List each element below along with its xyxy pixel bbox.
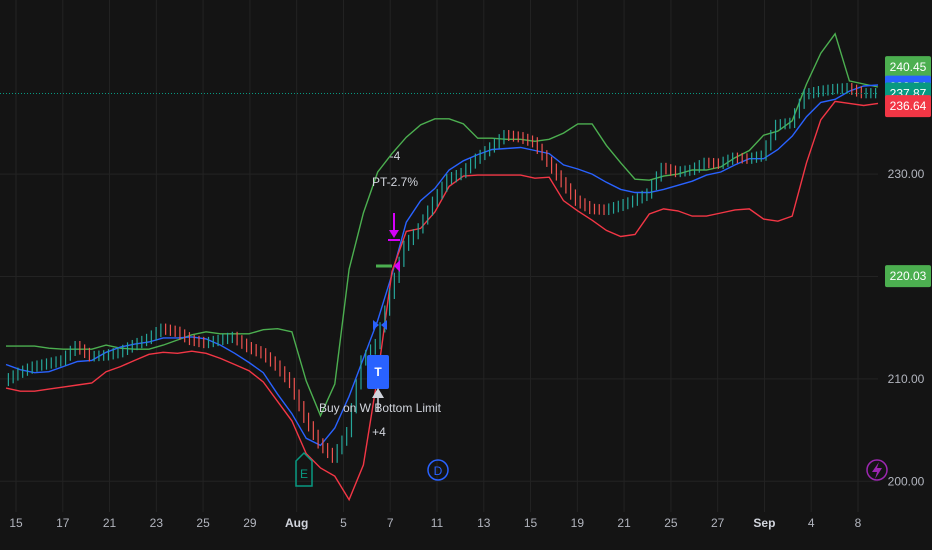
price-chart[interactable]: -4 PT-2.7% T Buy on W Bottom Limit +4 E …: [0, 0, 932, 550]
chart-background: [0, 0, 932, 550]
x-tick-label: 4: [808, 516, 815, 530]
svg-text:E: E: [300, 467, 308, 481]
buy-signal-label: Buy on W Bottom Limit: [319, 401, 442, 415]
price-label: 220.03: [885, 265, 931, 288]
x-tick-label: 8: [855, 516, 862, 530]
x-tick-label: 25: [196, 516, 210, 530]
x-tick-label: 27: [711, 516, 725, 530]
price-label-text: 240.45: [890, 60, 927, 74]
x-tick-label: 15: [524, 516, 538, 530]
profit-target-label: PT-2.7%: [372, 175, 418, 189]
y-tick-label: 230.00: [888, 167, 925, 181]
svg-text:T: T: [374, 365, 382, 379]
x-tick-label: 21: [103, 516, 117, 530]
price-label-text: 236.64: [890, 99, 927, 113]
x-tick-label: Sep: [753, 516, 775, 530]
x-tick-label: 25: [664, 516, 678, 530]
x-tick-label: 17: [56, 516, 70, 530]
buy-trade-marker[interactable]: T: [367, 355, 389, 389]
buy-quantity-label: +4: [372, 425, 386, 439]
price-label: 240.45: [885, 56, 931, 79]
price-label: 236.64: [885, 95, 931, 118]
sell-quantity-label: -4: [390, 149, 401, 163]
price-label-text: 220.03: [890, 269, 927, 283]
x-tick-label: 19: [571, 516, 585, 530]
svg-text:D: D: [434, 464, 443, 478]
x-tick-label: 15: [9, 516, 23, 530]
x-tick-label: Aug: [285, 516, 308, 530]
y-tick-label: 210.00: [888, 372, 925, 386]
x-tick-label: 7: [387, 516, 394, 530]
y-tick-label: 200.00: [888, 474, 925, 488]
x-tick-label: 29: [243, 516, 257, 530]
x-tick-label: 5: [340, 516, 347, 530]
x-tick-label: 21: [617, 516, 631, 530]
x-tick-label: 11: [431, 516, 444, 530]
x-tick-label: 23: [150, 516, 164, 530]
x-tick-label: 13: [477, 516, 491, 530]
